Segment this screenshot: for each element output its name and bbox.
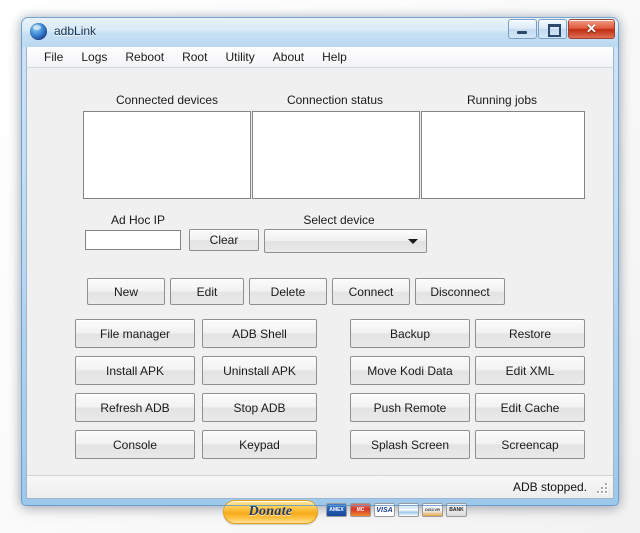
app-orb-icon: [30, 23, 47, 40]
keypad-button[interactable]: Keypad: [202, 430, 317, 459]
splash-screen-button[interactable]: Splash Screen: [350, 430, 470, 459]
payment-methods: AMEX MC VISA DISCVR BANK: [326, 503, 467, 517]
client-area: File Logs Reboot Root Utility About Help…: [26, 47, 614, 524]
push-remote-button[interactable]: Push Remote: [350, 393, 470, 422]
select-device-label: Select device: [303, 213, 375, 227]
visa-card-icon: VISA: [374, 503, 395, 517]
menu-bar: File Logs Reboot Root Utility About Help: [27, 47, 613, 68]
menu-item-help[interactable]: Help: [313, 48, 356, 66]
chevron-down-icon: [408, 239, 418, 244]
move-kodi-data-button[interactable]: Move Kodi Data: [350, 356, 470, 385]
backup-button[interactable]: Backup: [350, 319, 470, 348]
running-jobs-list[interactable]: [421, 111, 585, 199]
console-button[interactable]: Console: [75, 430, 195, 459]
close-button[interactable]: ✕: [568, 19, 615, 39]
amex-card-icon: AMEX: [326, 503, 347, 517]
window-title: adbLink: [54, 24, 97, 38]
adblink-window: adbLink ✕ File Logs Reboot Root Utility …: [21, 17, 619, 524]
adb-shell-button[interactable]: ADB Shell: [202, 319, 317, 348]
resize-grip[interactable]: [597, 483, 609, 495]
file-manager-button[interactable]: File manager: [75, 319, 195, 348]
refresh-adb-button[interactable]: Refresh ADB: [75, 393, 195, 422]
install-apk-button[interactable]: Install APK: [75, 356, 195, 385]
menu-item-file[interactable]: File: [35, 48, 72, 66]
stop-adb-button[interactable]: Stop ADB: [202, 393, 317, 422]
bank-card-icon: BANK: [446, 503, 467, 517]
running-jobs-label: Running jobs: [466, 93, 538, 107]
uninstall-apk-button[interactable]: Uninstall APK: [202, 356, 317, 385]
edit-button[interactable]: Edit: [170, 278, 244, 305]
new-button[interactable]: New: [87, 278, 165, 305]
minimize-button[interactable]: [508, 19, 537, 39]
status-text: ADB stopped.: [512, 480, 587, 494]
echeck-card-icon: [398, 503, 419, 517]
edit-xml-button[interactable]: Edit XML: [475, 356, 585, 385]
menu-item-reboot[interactable]: Reboot: [116, 48, 173, 66]
close-icon: ✕: [586, 21, 597, 36]
connection-status-list[interactable]: [252, 111, 420, 199]
desktop-background: adbLink ✕ File Logs Reboot Root Utility …: [0, 0, 640, 533]
connected-devices-label: Connected devices: [115, 93, 219, 107]
menu-item-about[interactable]: About: [264, 48, 313, 66]
select-device-dropdown[interactable]: [264, 229, 427, 253]
status-bar: ADB stopped.: [27, 475, 613, 498]
connect-button[interactable]: Connect: [332, 278, 410, 305]
donate-button[interactable]: Donate: [223, 500, 318, 524]
menu-item-root[interactable]: Root: [173, 48, 216, 66]
title-bar[interactable]: adbLink ✕: [21, 17, 619, 47]
clear-button[interactable]: Clear: [189, 229, 259, 251]
adhoc-ip-label: Ad Hoc IP: [110, 213, 166, 227]
edit-cache-button[interactable]: Edit Cache: [475, 393, 585, 422]
adhoc-ip-input[interactable]: [85, 230, 181, 250]
caption-buttons: ✕: [507, 19, 615, 39]
disconnect-button[interactable]: Disconnect: [415, 278, 505, 305]
mastercard-card-icon: MC: [350, 503, 371, 517]
menu-item-logs[interactable]: Logs: [72, 48, 116, 66]
maximize-button[interactable]: [538, 19, 567, 39]
connection-status-label: Connection status: [286, 93, 384, 107]
screencap-button[interactable]: Screencap: [475, 430, 585, 459]
donate-label: Donate: [248, 504, 293, 519]
connected-devices-list[interactable]: [83, 111, 251, 199]
restore-button[interactable]: Restore: [475, 319, 585, 348]
menu-item-utility[interactable]: Utility: [216, 48, 263, 66]
discover-card-icon: DISCVR: [422, 503, 443, 517]
delete-button[interactable]: Delete: [249, 278, 327, 305]
